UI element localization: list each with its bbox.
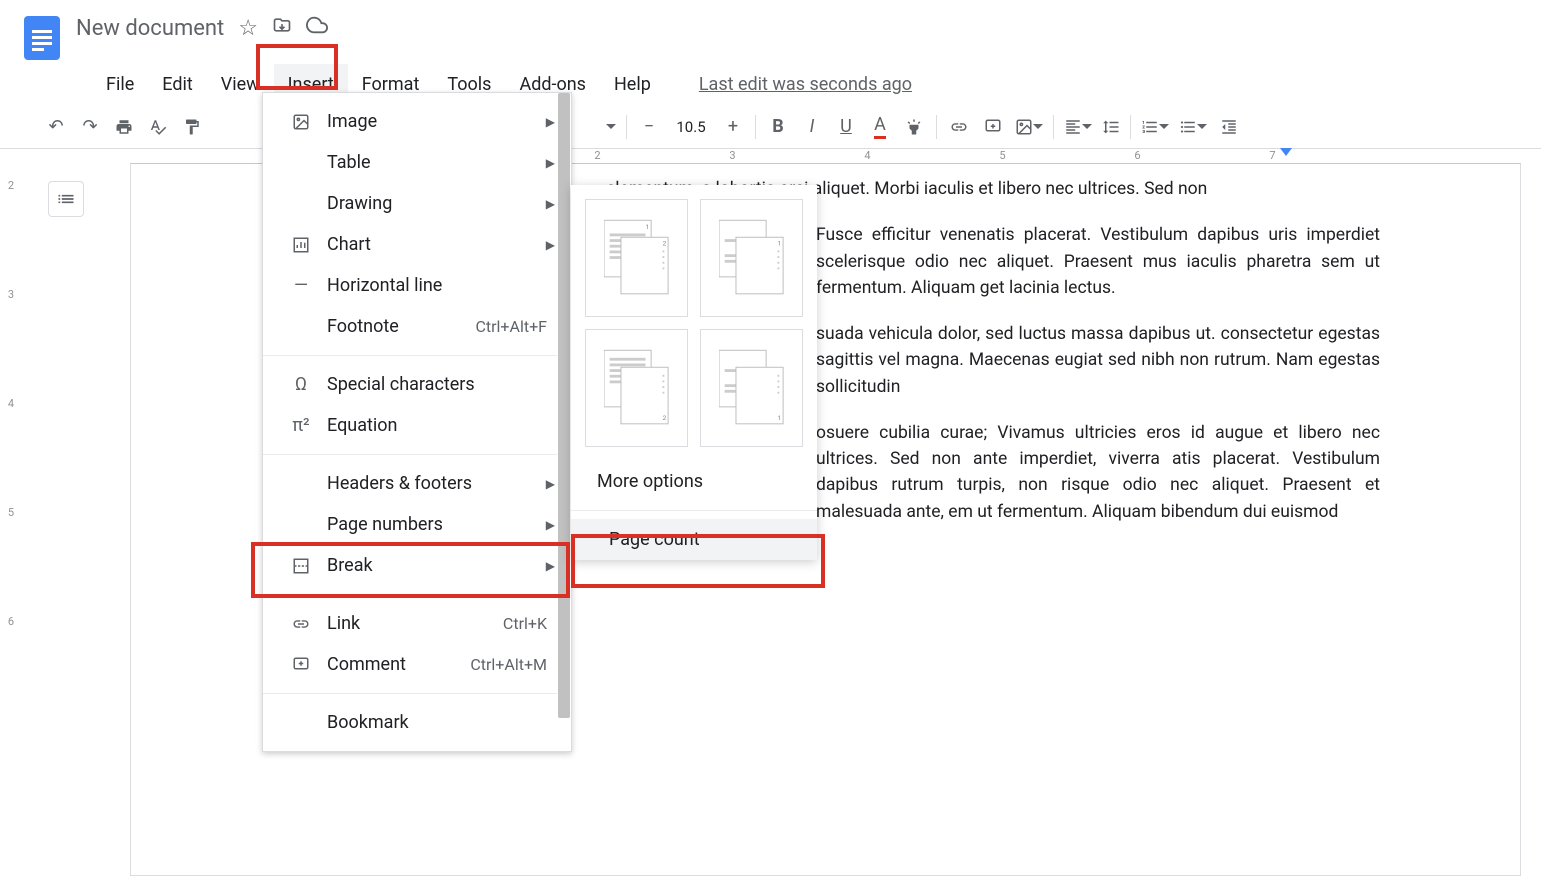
omega-icon: Ω — [287, 374, 315, 395]
vertical-ruler: 2 3 4 5 6 — [0, 149, 22, 876]
move-folder-icon[interactable] — [272, 15, 292, 41]
spellcheck-button[interactable] — [142, 111, 174, 143]
menu-item-chart[interactable]: Chart ▶ — [263, 224, 571, 265]
chevron-right-icon: ▶ — [546, 238, 555, 252]
chevron-right-icon: ▶ — [546, 197, 555, 211]
menu-item-headers-footers[interactable]: Headers & footers ▶ — [263, 463, 571, 504]
header: New document ☆ — [0, 0, 1541, 64]
svg-text:1: 1 — [645, 223, 649, 231]
decrease-indent-button[interactable] — [1213, 111, 1245, 143]
menu-item-drawing[interactable]: Drawing ▶ — [263, 183, 571, 224]
menu-divider — [263, 594, 571, 595]
font-size-input[interactable]: 10.5 — [667, 118, 715, 136]
link-icon — [287, 615, 315, 633]
styles-dropdown[interactable] — [602, 111, 620, 143]
menu-item-equation[interactable]: π² Equation — [263, 405, 571, 446]
font-size-decrease[interactable]: − — [633, 111, 665, 143]
svg-text:1: 1 — [777, 240, 781, 248]
bulleted-list-button[interactable] — [1175, 111, 1211, 143]
page-number-bottom-right-all[interactable]: 12 — [585, 329, 688, 447]
docs-logo[interactable] — [24, 12, 60, 60]
page-numbers-submenu: 12 1 12 1 More options Page count — [571, 185, 817, 560]
paint-format-button[interactable] — [176, 111, 208, 143]
page-number-bottom-right-skip-first[interactable]: 1 — [700, 329, 803, 447]
image-icon — [287, 113, 315, 131]
svg-text:1: 1 — [777, 414, 781, 422]
submenu-divider — [571, 510, 817, 511]
svg-text:2: 2 — [662, 240, 666, 248]
menu-item-comment[interactable]: Comment Ctrl+Alt+M — [263, 644, 571, 685]
numbered-list-button[interactable] — [1137, 111, 1173, 143]
menu-item-break[interactable]: Break ▶ — [263, 545, 571, 586]
comment-icon — [287, 656, 315, 674]
chevron-right-icon: ▶ — [546, 477, 555, 491]
menu-edit[interactable]: Edit — [148, 64, 206, 105]
page-number-top-right-skip-first[interactable]: 1 — [700, 199, 803, 317]
last-edit-link[interactable]: Last edit was seconds ago — [685, 64, 926, 105]
submenu-more-options[interactable]: More options — [585, 461, 803, 502]
menu-item-bookmark[interactable]: Bookmark — [263, 702, 571, 743]
menu-help[interactable]: Help — [600, 64, 665, 105]
page-number-top-right-all[interactable]: 12 — [585, 199, 688, 317]
redo-button[interactable]: ↷ — [74, 111, 106, 143]
menubar: File Edit View Insert Format Tools Add-o… — [0, 64, 1541, 105]
indent-marker-icon[interactable] — [1280, 148, 1292, 156]
line-spacing-button[interactable] — [1098, 111, 1124, 143]
star-icon[interactable]: ☆ — [238, 16, 258, 41]
toolbar: ↶ ↷ − 10.5 + B I U A — [0, 105, 1541, 149]
bold-button[interactable]: B — [762, 111, 794, 143]
italic-button[interactable]: I — [796, 111, 828, 143]
menu-item-footnote[interactable]: Footnote Ctrl+Alt+F — [263, 306, 571, 347]
equation-icon: π² — [287, 415, 315, 436]
menu-divider — [263, 355, 571, 356]
cloud-saved-icon[interactable] — [306, 14, 328, 42]
horizontal-line-icon: — — [287, 275, 315, 296]
align-button[interactable] — [1060, 111, 1096, 143]
insert-image-button[interactable] — [1011, 111, 1047, 143]
chevron-right-icon: ▶ — [546, 518, 555, 532]
undo-button[interactable]: ↶ — [40, 111, 72, 143]
chevron-right-icon: ▶ — [546, 156, 555, 170]
menu-divider — [263, 693, 571, 694]
document-title[interactable]: New document — [76, 16, 224, 41]
menu-scrollbar[interactable] — [557, 93, 571, 751]
menu-item-page-numbers[interactable]: Page numbers ▶ — [263, 504, 571, 545]
menu-item-special-characters[interactable]: Ω Special characters — [263, 364, 571, 405]
highlight-button[interactable] — [898, 111, 930, 143]
chevron-right-icon: ▶ — [546, 115, 555, 129]
insert-comment-button[interactable] — [977, 111, 1009, 143]
menu-divider — [263, 454, 571, 455]
insert-menu-dropdown: Image ▶ Table ▶ Drawing ▶ Chart ▶ — Hori… — [262, 92, 572, 752]
menu-item-table[interactable]: Table ▶ — [263, 142, 571, 183]
underline-button[interactable]: U — [830, 111, 862, 143]
text-color-button[interactable]: A — [864, 111, 896, 143]
outline-toggle-button[interactable] — [48, 181, 84, 217]
print-button[interactable] — [108, 111, 140, 143]
submenu-page-count[interactable]: Page count — [571, 519, 817, 560]
menu-item-image[interactable]: Image ▶ — [263, 101, 571, 142]
insert-link-button[interactable] — [943, 111, 975, 143]
font-size-increase[interactable]: + — [717, 111, 749, 143]
menu-file[interactable]: File — [92, 64, 148, 105]
chevron-right-icon: ▶ — [546, 559, 555, 573]
menu-item-link[interactable]: Link Ctrl+K — [263, 603, 571, 644]
svg-text:2: 2 — [662, 414, 666, 422]
menu-item-horizontal-line[interactable]: — Horizontal line — [263, 265, 571, 306]
chart-icon — [287, 236, 315, 254]
break-icon — [287, 557, 315, 575]
